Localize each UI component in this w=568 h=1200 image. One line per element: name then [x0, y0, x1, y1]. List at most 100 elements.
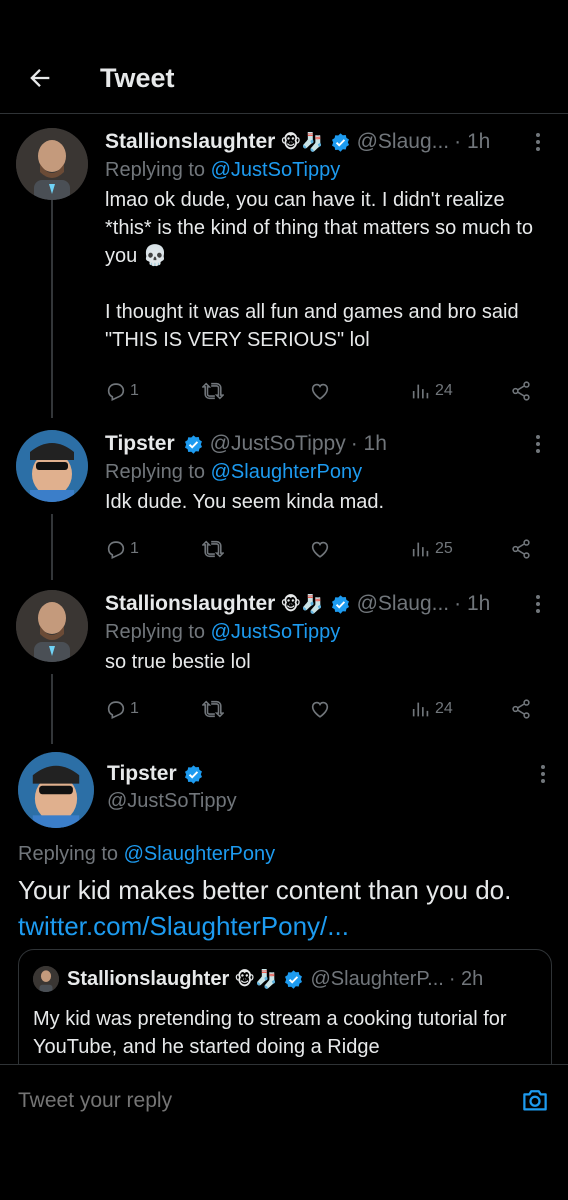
share-icon	[512, 539, 530, 559]
reply-icon	[107, 383, 125, 401]
timestamp[interactable]: · 1h	[454, 130, 490, 154]
main-tweet-text: Your kid makes better content than you d…	[18, 872, 558, 944]
reply-count: 1	[130, 540, 139, 557]
name-emojis: 🐵🧦	[280, 593, 324, 614]
share-icon	[512, 699, 530, 719]
retweet-icon	[202, 540, 224, 558]
reply-bar	[0, 1064, 568, 1200]
views-button[interactable]: 24	[410, 376, 453, 406]
like-button[interactable]	[309, 376, 331, 406]
more-options-icon[interactable]	[528, 128, 548, 156]
view-count: 25	[435, 540, 453, 557]
like-button[interactable]	[309, 534, 331, 564]
tweet-header: Tipster @JustSoTippy · 1h	[105, 430, 548, 458]
main-tweet-body: Your kid makes better content than you d…	[18, 875, 512, 905]
share-button[interactable]	[510, 694, 532, 724]
retweet-button[interactable]	[202, 694, 224, 724]
tweet-text: Idk dude. You seem kinda mad.	[105, 491, 385, 513]
share-icon	[512, 381, 530, 401]
reply-button[interactable]: 1	[105, 376, 139, 406]
more-options-icon[interactable]	[528, 430, 548, 458]
heart-icon	[311, 541, 329, 558]
handle[interactable]: @Slaug...	[357, 592, 450, 616]
views-button[interactable]: 24	[410, 694, 453, 724]
quote-display-name: Stallionslaughter	[67, 967, 230, 990]
views-icon	[412, 542, 429, 557]
share-button[interactable]	[510, 534, 532, 564]
main-avatar[interactable]	[18, 752, 94, 828]
verified-badge-icon	[331, 132, 349, 152]
quote-timestamp: · 2h	[448, 967, 484, 990]
reply-input[interactable]	[18, 1089, 488, 1113]
handle[interactable]: @Slaug...	[357, 130, 450, 154]
page-title: Tweet	[100, 63, 175, 93]
view-count: 24	[435, 382, 453, 399]
retweet-icon	[202, 382, 224, 400]
retweet-button[interactable]	[202, 376, 224, 406]
replying-to: Replying to @SlaughterPony	[18, 843, 275, 866]
quote-handle: @SlaughterP...	[310, 967, 444, 990]
replying-to: Replying to @JustSoTippy	[105, 621, 548, 644]
verified-badge-icon	[331, 594, 349, 614]
reply-count: 1	[130, 382, 139, 399]
top-bar: Tweet	[0, 0, 568, 114]
display-name[interactable]: Tipster	[107, 762, 177, 786]
mention-link[interactable]: @SlaughterPony	[211, 461, 363, 483]
main-tweet-header: Tipster	[107, 762, 210, 786]
reply-icon	[107, 541, 125, 559]
share-button[interactable]	[510, 376, 532, 406]
mention-link[interactable]: @JustSoTippy	[211, 159, 341, 181]
display-name[interactable]: Stallionslaughter	[105, 592, 275, 616]
retweet-icon	[202, 700, 224, 718]
tweet-3[interactable]: Stallionslaughter 🐵🧦 @Slaug... · 1h Repl…	[0, 590, 568, 730]
verified-badge-icon	[285, 969, 303, 989]
heart-icon	[311, 383, 329, 400]
replying-to: Replying to @JustSoTippy	[105, 159, 548, 182]
tweet-header: Stallionslaughter 🐵🧦 @Slaug... · 1h	[105, 128, 548, 156]
tweet-actions: 1 24	[105, 376, 535, 406]
heart-icon	[311, 701, 329, 718]
display-name[interactable]: Stallionslaughter	[105, 130, 275, 154]
replying-prefix: Replying to	[105, 159, 211, 181]
name-emojis: 🐵🧦	[234, 968, 278, 989]
quote-text: My kid was pretending to stream a cookin…	[33, 1008, 507, 1058]
quote-header: Stallionslaughter 🐵🧦 @SlaughterP... · 2h	[33, 966, 538, 992]
tweet-1[interactable]: Stallionslaughter 🐵🧦 @Slaug... · 1h Repl…	[0, 128, 568, 418]
like-button[interactable]	[309, 694, 331, 724]
camera-icon[interactable]	[520, 1085, 550, 1115]
mention-link[interactable]: @SlaughterPony	[124, 843, 276, 865]
replying-prefix: Replying to	[105, 461, 211, 483]
avatar[interactable]	[16, 430, 88, 502]
views-icon	[412, 702, 429, 717]
verified-badge-icon	[184, 434, 202, 454]
reply-button[interactable]: 1	[105, 694, 139, 724]
mention-link[interactable]: @JustSoTippy	[211, 621, 341, 643]
reply-icon	[107, 701, 125, 719]
timestamp[interactable]: · 1h	[351, 432, 387, 456]
avatar[interactable]	[16, 128, 88, 200]
more-options-icon[interactable]	[540, 764, 546, 789]
display-name[interactable]: Tipster	[105, 432, 175, 456]
replying-to: Replying to @SlaughterPony	[105, 461, 548, 484]
timestamp[interactable]: · 1h	[454, 592, 490, 616]
name-emojis: 🐵🧦	[280, 131, 324, 152]
replying-prefix: Replying to	[18, 843, 124, 865]
tweet-actions: 1 25	[105, 534, 535, 564]
tweet-text: so true bestie lol	[105, 651, 251, 673]
more-options-icon[interactable]	[528, 590, 548, 618]
view-count: 24	[435, 700, 453, 717]
tweet-text: lmao ok dude, you can have it. I didn't …	[105, 189, 533, 351]
reply-button[interactable]: 1	[105, 534, 139, 564]
views-button[interactable]: 25	[410, 534, 453, 564]
verified-badge-icon	[184, 764, 202, 784]
reply-count: 1	[130, 700, 139, 717]
handle[interactable]: @JustSoTippy	[107, 790, 237, 813]
retweet-button[interactable]	[202, 534, 224, 564]
handle[interactable]: @JustSoTippy	[210, 432, 346, 456]
tweet-actions: 1 24	[105, 694, 535, 724]
tweet-link[interactable]: twitter.com/SlaughterPony/...	[18, 908, 558, 944]
back-arrow-icon[interactable]	[22, 60, 58, 96]
tweet-2[interactable]: Tipster @JustSoTippy · 1h Replying to @S…	[0, 430, 568, 570]
avatar[interactable]	[16, 590, 88, 662]
quote-avatar	[33, 966, 59, 992]
